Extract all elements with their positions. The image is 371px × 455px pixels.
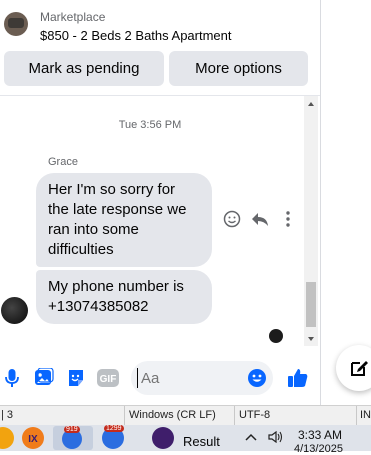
- sender-avatar[interactable]: [1, 297, 28, 324]
- marketplace-label: Marketplace: [40, 10, 106, 24]
- gif-icon[interactable]: GIF: [97, 367, 119, 389]
- chat-panel: Marketplace $850 - 2 Beds 2 Baths Apartm…: [0, 0, 321, 405]
- message-scrollbar[interactable]: [304, 96, 318, 346]
- message-list: Tue 3:56 PM Grace Her I'm so sorry for t…: [0, 96, 304, 346]
- taskbar-browser-active[interactable]: 919: [53, 426, 93, 450]
- svg-text:IX: IX: [28, 434, 38, 445]
- message-composer: GIF: [0, 350, 320, 405]
- sender-name: Grace: [48, 156, 78, 168]
- clock-date[interactable]: 4/13/2025: [294, 443, 343, 455]
- message-timestamp: Tue 3:56 PM: [118, 119, 182, 131]
- more-options-button[interactable]: More options: [169, 51, 308, 86]
- clock-time[interactable]: 3:33 AM: [298, 428, 342, 442]
- reply-icon[interactable]: [250, 209, 270, 229]
- cursor-position: | 3: [1, 409, 14, 421]
- speaker-icon[interactable]: [268, 430, 284, 446]
- react-emoji-icon[interactable]: [222, 209, 242, 229]
- notification-badge: 919: [64, 426, 80, 433]
- status-separator: [234, 406, 235, 426]
- browser-icon[interactable]: 1299: [102, 425, 124, 449]
- encoding[interactable]: UTF-8: [239, 409, 270, 421]
- listing-title[interactable]: $850 - 2 Beds 2 Baths Apartment: [40, 28, 232, 43]
- message-input[interactable]: [137, 368, 241, 388]
- scroll-down-arrow-icon[interactable]: [308, 337, 314, 341]
- input-mode[interactable]: IN: [360, 409, 371, 421]
- compose-icon: [351, 361, 368, 376]
- conversation-header: Marketplace $850 - 2 Beds 2 Baths Apartm…: [0, 0, 320, 96]
- taskbar-app-icon[interactable]: [0, 427, 14, 449]
- taskbar-app-icon[interactable]: [152, 427, 174, 449]
- seen-receipt-avatar: [269, 329, 283, 343]
- photo-icon[interactable]: [33, 367, 55, 389]
- status-separator: [124, 406, 125, 426]
- message-bubble[interactable]: My phone number is +13074385082: [36, 270, 212, 324]
- microphone-icon[interactable]: [1, 367, 23, 389]
- taskbar-result-label[interactable]: Result: [183, 434, 220, 449]
- windows-taskbar: IX 919 1299 Result 3:33 AM 4/13/2025: [0, 425, 371, 455]
- sticker-icon[interactable]: [65, 367, 87, 389]
- message-bubble[interactable]: Her I'm so sorry for the late response w…: [36, 173, 212, 267]
- message-actions: [222, 209, 304, 229]
- listing-thumbnail[interactable]: [4, 12, 28, 36]
- chevron-up-icon[interactable]: [245, 431, 257, 445]
- compose-button[interactable]: [336, 345, 371, 391]
- mark-as-pending-button[interactable]: Mark as pending: [4, 51, 164, 86]
- more-vertical-icon[interactable]: [278, 209, 298, 229]
- gif-icon-label: GIF: [100, 374, 117, 385]
- scrollbar-thumb[interactable]: [306, 282, 316, 327]
- taskbar-app-icon[interactable]: IX: [22, 427, 44, 449]
- status-separator: [356, 406, 357, 426]
- thumbs-up-icon[interactable]: [287, 367, 309, 389]
- scroll-up-arrow-icon[interactable]: [308, 102, 314, 106]
- editor-status-bar: | 3 Windows (CR LF) UTF-8 IN: [0, 405, 371, 426]
- notification-badge: 1299: [104, 425, 124, 432]
- message-input-box[interactable]: [131, 361, 273, 395]
- line-endings[interactable]: Windows (CR LF): [129, 409, 216, 421]
- emoji-icon[interactable]: [247, 368, 267, 388]
